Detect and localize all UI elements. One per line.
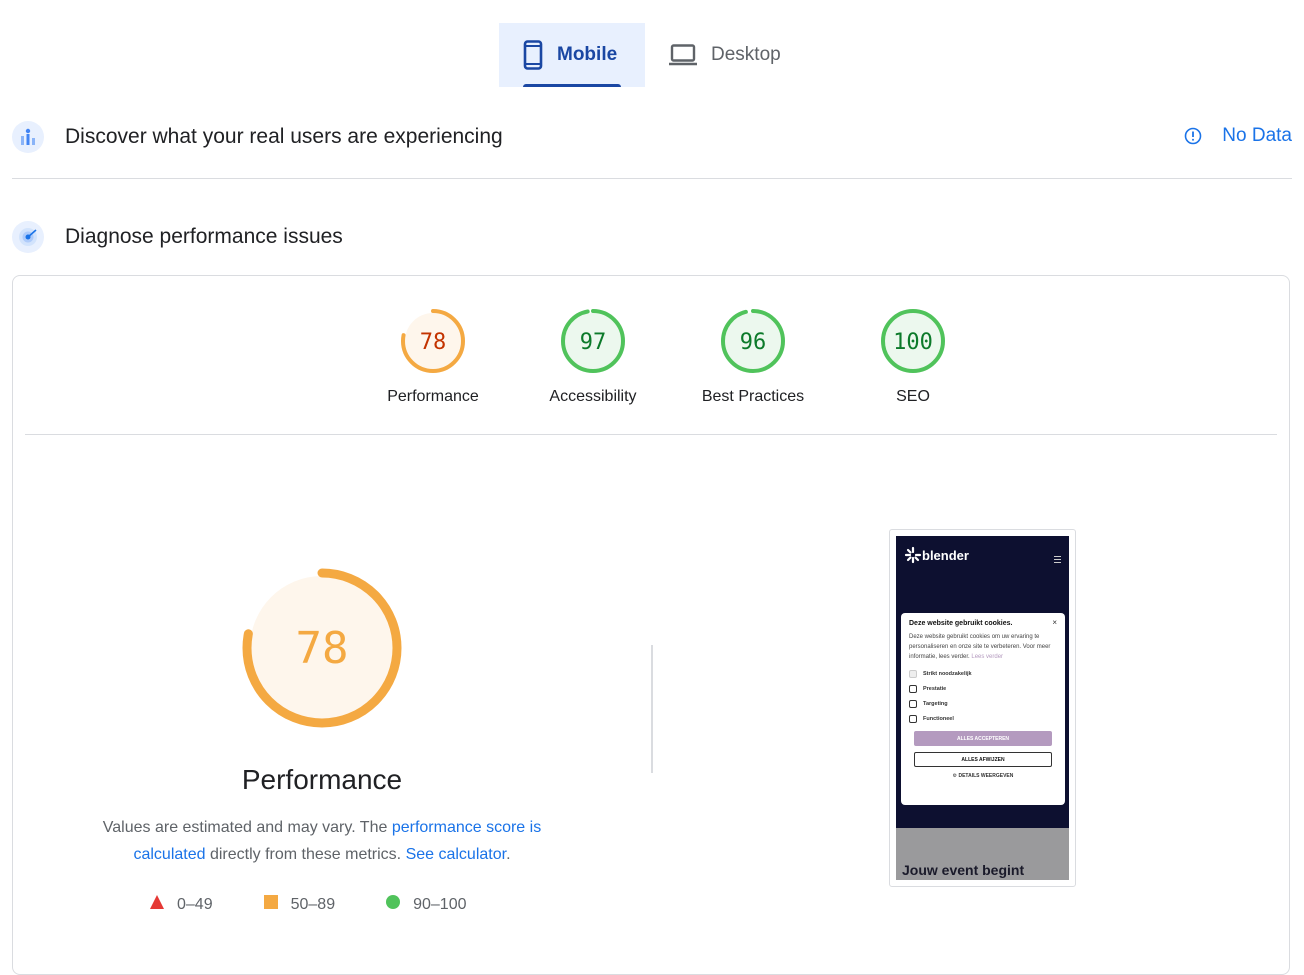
cookie-dialog: × Deze website gebruikt cookies. Deze we… (901, 613, 1065, 805)
details-label: DETAILS WEERGEVEN (958, 773, 1014, 779)
gauge-performance[interactable]: 78 Performance (353, 308, 513, 406)
lab-data-title: Diagnose performance issues (65, 225, 343, 248)
gauge-ring: 97 (561, 309, 625, 373)
field-data-title: Discover what your real users are experi… (65, 125, 503, 148)
desc-middle: directly from these metrics. (205, 846, 406, 863)
legend-fail-range: 0–49 (177, 895, 213, 913)
gauge-label: Best Practices (701, 388, 805, 405)
performance-score: 78 (296, 623, 349, 674)
radar-icon (12, 221, 44, 253)
accept-all-button: ALLES ACCEPTEREN (914, 731, 1052, 746)
laptop-icon (669, 44, 697, 66)
gauge-ring: 96 (721, 309, 785, 373)
checkbox-icon (909, 700, 917, 708)
gauge-best-practices[interactable]: 96 Best Practices (673, 308, 833, 406)
field-data-header: Discover what your real users are experi… (12, 121, 1292, 153)
score-legend: 0–49 50–89 90–100 (149, 894, 516, 915)
gauge-score: 97 (580, 330, 607, 355)
brand-name: blender (922, 547, 969, 563)
checkbox-icon (909, 670, 917, 678)
report-card: 78 Performance 97 Accessibility 96 Best Pract… (12, 275, 1290, 975)
screenshot-content: blender × Deze website gebruikt cookies.… (896, 536, 1069, 880)
legend-average-range: 50–89 (290, 895, 336, 913)
hero-headline: Jouw event begint (902, 862, 1025, 878)
details-link: ⚙ DETAILS WEERGEVEN (952, 773, 1014, 779)
info-icon (1184, 127, 1202, 145)
page-screenshot-thumbnail[interactable]: blender × Deze website gebruikt cookies.… (889, 529, 1076, 887)
legend-average: 50–89 (263, 894, 336, 915)
gauge-score: 78 (420, 330, 447, 355)
section-divider (12, 178, 1292, 179)
checkbox-icon (909, 715, 917, 723)
cookie-option-label: Prestatie (923, 686, 947, 692)
brand-logo: blender (904, 546, 969, 564)
tab-mobile-label: Mobile (557, 44, 618, 65)
cookie-option: Functioneel (909, 715, 1057, 723)
see-calculator-link[interactable]: See calculator (406, 846, 507, 863)
cookie-option: Strikt noodzakelijk (909, 670, 1057, 678)
gauge-label: Performance (387, 388, 479, 405)
desc-suffix: . (506, 846, 511, 863)
performance-gauge: 78 (242, 568, 402, 733)
device-tabs: Mobile Desktop (499, 23, 805, 87)
cookie-option-label: Strikt noodzakelijk (923, 671, 972, 677)
phone-icon (523, 40, 543, 70)
cookie-more: Lees verder (971, 654, 1004, 660)
no-data-link[interactable]: No Data (1184, 125, 1292, 147)
circle-icon (385, 894, 401, 915)
desc-prefix: Values are estimated and may vary. The (102, 819, 392, 836)
square-icon (263, 894, 279, 915)
gauge-ring: 78 (401, 309, 465, 373)
gauge-score: 100 (893, 330, 933, 355)
hamburger-icon (1054, 556, 1061, 565)
gauge-ring: 100 (881, 309, 945, 373)
gauge-score: 96 (740, 330, 767, 355)
gauge-seo[interactable]: 100 SEO (833, 308, 993, 406)
legend-fail: 0–49 (149, 894, 213, 915)
card-divider (25, 434, 1277, 435)
performance-description: Values are estimated and may vary. The p… (83, 814, 561, 868)
cookie-title: Deze website gebruikt cookies. (909, 620, 1013, 627)
cookie-text: Deze website gebruikt cookies om uw erva… (909, 632, 1057, 662)
cookie-option: Targeting (909, 700, 1057, 708)
no-data-label: No Data (1222, 125, 1292, 146)
legend-pass-range: 90–100 (413, 895, 467, 913)
reject-all-button: ALLES AFWIJZEN (914, 752, 1052, 767)
gauge-label: Accessibility (549, 388, 637, 405)
tab-desktop-label: Desktop (711, 44, 781, 65)
cookie-option-label: Functioneel (923, 716, 954, 722)
hero-band: Jouw event begint (896, 828, 1069, 880)
lab-data-header: Diagnose performance issues (12, 221, 1292, 253)
tab-mobile[interactable]: Mobile (499, 23, 645, 87)
vertical-separator (651, 645, 653, 773)
performance-title: Performance (241, 764, 403, 795)
cookie-option: Prestatie (909, 685, 1057, 693)
users-chart-icon (12, 121, 44, 153)
close-icon: × (1052, 618, 1057, 627)
logo-icon (904, 546, 922, 564)
checkbox-icon (909, 685, 917, 693)
triangle-icon (149, 894, 165, 915)
score-gauges: 78 Performance 97 Accessibility 96 Best Pract… (353, 308, 993, 406)
legend-pass: 90–100 (385, 894, 466, 915)
gauge-label: SEO (896, 388, 930, 405)
gauge-accessibility[interactable]: 97 Accessibility (513, 308, 673, 406)
cookie-option-label: Targeting (923, 701, 948, 707)
tab-desktop[interactable]: Desktop (645, 23, 805, 87)
